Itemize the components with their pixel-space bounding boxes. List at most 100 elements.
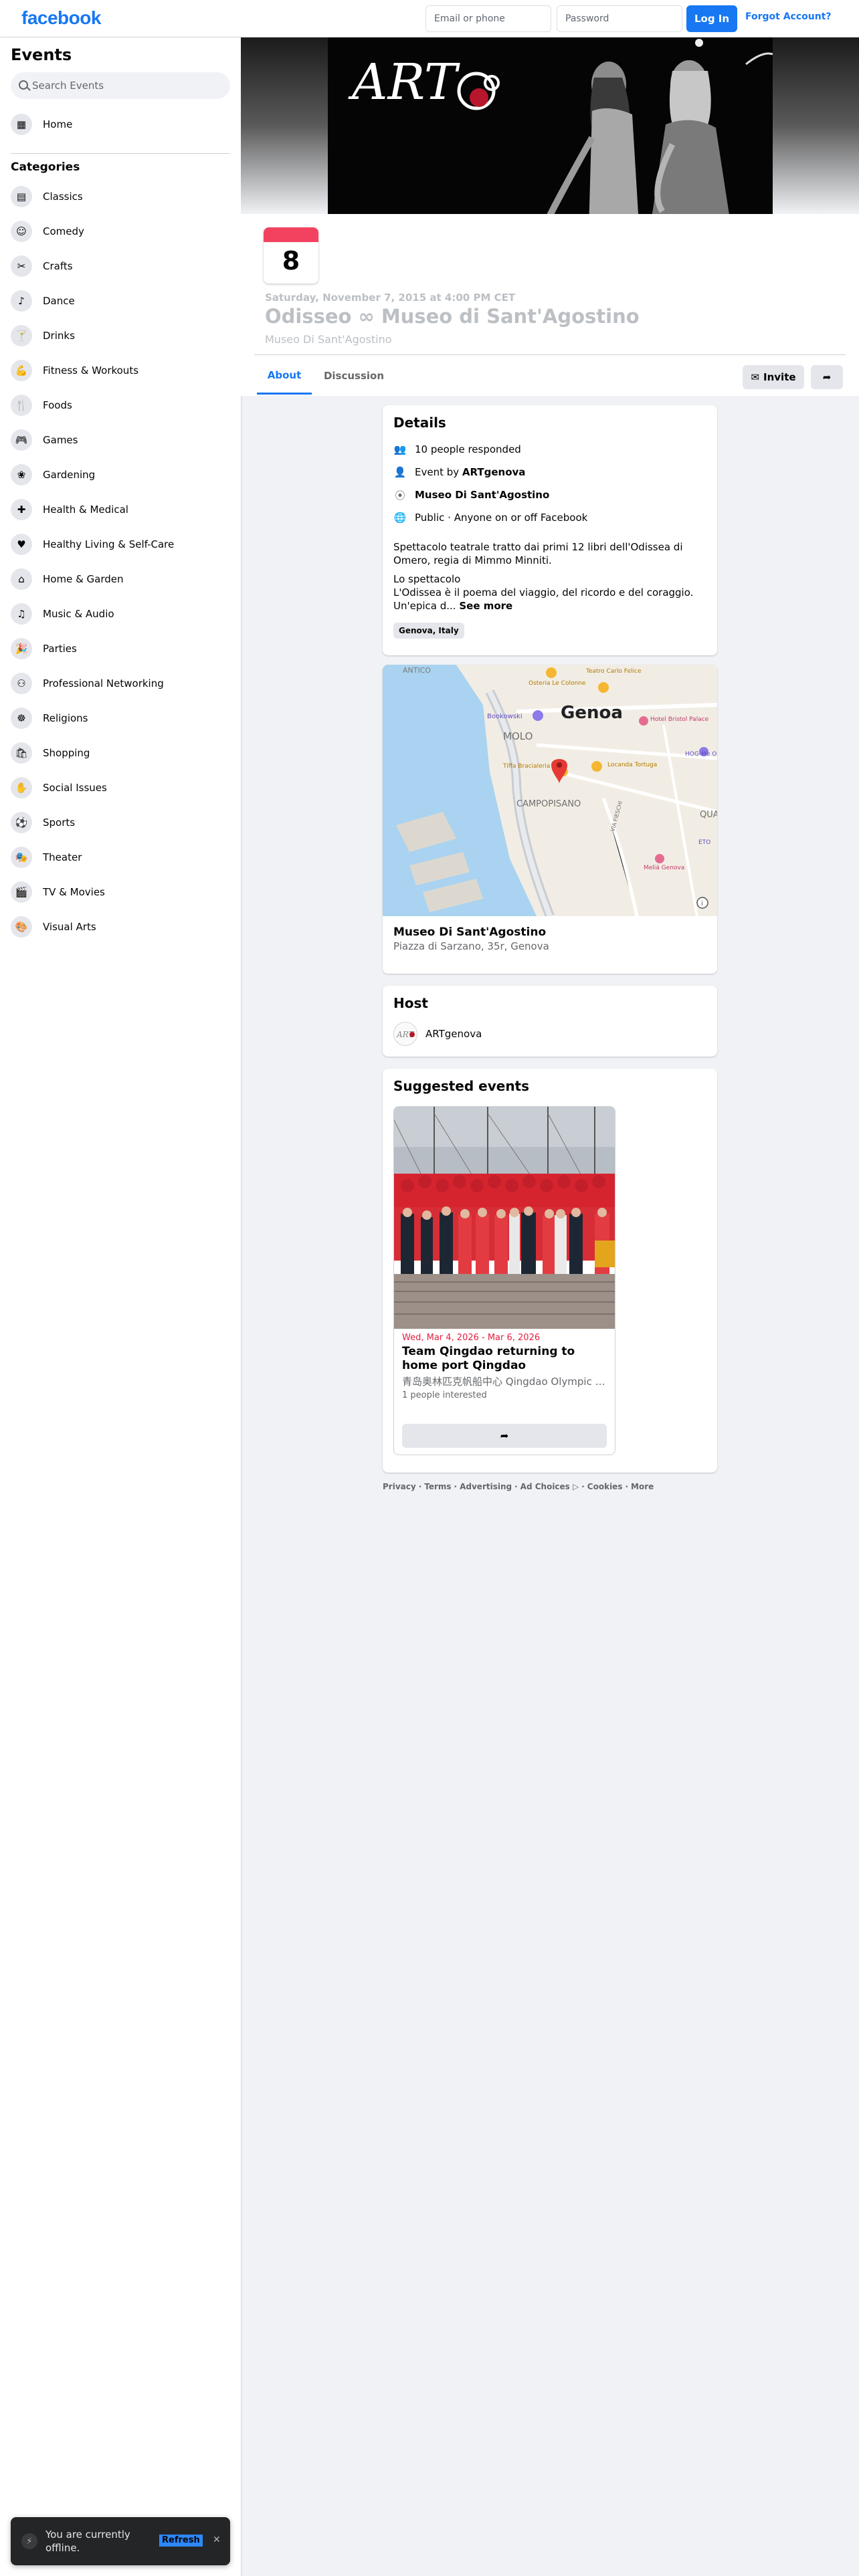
- sidebar-item-shopping[interactable]: 🛍 Shopping: [5, 738, 235, 768]
- footer-privacy[interactable]: Privacy: [383, 1482, 416, 1491]
- sidebar-item-games[interactable]: 🎮 Games: [5, 425, 235, 455]
- event-by-link[interactable]: ARTgenova: [462, 466, 526, 478]
- map-label-qua: QUA: [700, 810, 717, 820]
- see-more-link[interactable]: See more: [459, 600, 512, 612]
- host-avatar[interactable]: ART: [393, 1022, 417, 1046]
- footer-separator: ·: [454, 1482, 458, 1491]
- details-heading: Details: [393, 415, 446, 431]
- sidebar-item-religions[interactable]: ☸ Religions: [5, 704, 235, 733]
- date-card: 8: [264, 227, 318, 284]
- map[interactable]: ANTICO Osteria Le Colonne Teatro Carlo F…: [383, 665, 717, 916]
- suggested-event-title[interactable]: Team Qingdao returning to home port Qing…: [402, 1345, 603, 1373]
- event-day: 8: [282, 246, 300, 276]
- host-heading: Host: [393, 995, 428, 1011]
- location-tag[interactable]: Genova, Italy: [393, 623, 464, 639]
- sidebar-item-gardening[interactable]: ❀ Gardening: [5, 460, 235, 490]
- venue-address: Piazza di Sarzano, 35r, Genova: [393, 940, 549, 952]
- envelope-icon: ✉: [751, 371, 760, 383]
- sidebar-item-theater[interactable]: 🎭 Theater: [5, 843, 235, 872]
- sidebar-item-home-garden[interactable]: ⌂ Home & Garden: [5, 564, 235, 594]
- footer-advertising[interactable]: Advertising: [460, 1482, 512, 1491]
- map-label-hotel: Hotel Bristol Palace: [650, 716, 709, 723]
- forgot-account-link[interactable]: Forgot Account?: [745, 11, 832, 22]
- close-icon[interactable]: ✕: [213, 2535, 221, 2545]
- sidebar-item-comedy[interactable]: ☺ Comedy: [5, 217, 235, 246]
- sidebar-item-label: Classics: [43, 191, 83, 203]
- sidebar-item-home[interactable]: ▦ Home: [5, 110, 235, 139]
- sidebar-item-networking[interactable]: ⚇ Professional Networking: [5, 669, 235, 698]
- invite-button[interactable]: ✉ Invite: [743, 365, 804, 389]
- footer-ad-choices[interactable]: Ad Choices ▷: [520, 1482, 579, 1491]
- footer-more[interactable]: More: [631, 1482, 654, 1491]
- drinks-icon: 🍸: [11, 325, 32, 346]
- host-name[interactable]: ARTgenova: [425, 1028, 482, 1040]
- description-2: Lo spettacolo: [393, 573, 461, 585]
- sidebar-item-label: Religions: [43, 712, 88, 724]
- suggested-heading: Suggested events: [393, 1078, 530, 1094]
- location-link[interactable]: Museo Di Sant'Agostino: [415, 489, 549, 501]
- login-button[interactable]: Log In: [686, 5, 737, 32]
- sidebar-item-classics[interactable]: ▤ Classics: [5, 182, 235, 211]
- parties-icon: 🎉: [11, 638, 32, 659]
- globe-icon: 🌐: [393, 512, 407, 524]
- sidebar-item-drinks[interactable]: 🍸 Drinks: [5, 321, 235, 350]
- offline-icon: ⚡: [21, 2533, 37, 2549]
- map-label-locanda: Locanda Tortuga: [607, 762, 657, 768]
- sidebar-item-parties[interactable]: 🎉 Parties: [5, 634, 235, 663]
- facebook-logo[interactable]: facebook: [21, 7, 101, 29]
- footer-terms[interactable]: Terms: [424, 1482, 451, 1491]
- event-by-prefix: Event by: [415, 466, 462, 478]
- religions-icon: ☸: [11, 708, 32, 729]
- map-label-campopisano: CAMPOPISANO: [516, 799, 581, 809]
- cover-art-text: ART: [348, 53, 460, 111]
- sidebar-item-crafts[interactable]: ✂ Crafts: [5, 251, 235, 281]
- email-field[interactable]: [425, 5, 551, 32]
- header-divider: [254, 354, 846, 355]
- sidebar-item-sports[interactable]: ⚽ Sports: [5, 808, 235, 837]
- footer-cookies[interactable]: Cookies: [587, 1482, 623, 1491]
- sidebar-item-health[interactable]: ✚ Health & Medical: [5, 495, 235, 524]
- sidebar-item-fitness[interactable]: 💪 Fitness & Workouts: [5, 356, 235, 385]
- sports-icon: ⚽: [11, 812, 32, 833]
- event-place[interactable]: Museo Di Sant'Agostino: [265, 333, 392, 346]
- sidebar-item-label: Sports: [43, 817, 76, 829]
- password-field[interactable]: [557, 5, 682, 32]
- map-label-molo: MOLO: [503, 730, 533, 742]
- sidebar-item-dance[interactable]: ♪ Dance: [5, 286, 235, 316]
- share-button[interactable]: ➦: [811, 365, 843, 389]
- map-label-hog: HOG-Me Orie: [685, 751, 717, 758]
- suggested-event[interactable]: Wed, Mar 4, 2026 - Mar 6, 2026 Team Qing…: [393, 1106, 615, 1455]
- sidebar-item-label: Home: [43, 118, 73, 130]
- responded-text: 10 people responded: [415, 443, 521, 455]
- sidebar-item-label: Home & Garden: [43, 573, 124, 585]
- tv-movies-icon: 🎬: [11, 881, 32, 903]
- map-card: ANTICO Osteria Le Colonne Teatro Carlo F…: [383, 665, 717, 974]
- description-4: Un'epica d... See more: [393, 599, 708, 613]
- venue-name[interactable]: Museo Di Sant'Agostino: [393, 926, 546, 939]
- search-input[interactable]: [32, 72, 226, 99]
- theater-icon: 🎭: [11, 847, 32, 868]
- suggested-event-date: Wed, Mar 4, 2026 - Mar 6, 2026: [402, 1333, 541, 1343]
- sidebar-item-label: Music & Audio: [43, 608, 114, 620]
- sidebar-item-healthy-living[interactable]: ♥ Healthy Living & Self-Care: [5, 530, 235, 559]
- tab-about[interactable]: About: [257, 357, 312, 395]
- map-label-osteria: Osteria Le Colonne: [529, 680, 586, 687]
- description-truncated: Un'epica d...: [393, 600, 456, 612]
- games-icon: 🎮: [11, 429, 32, 451]
- sidebar-item-social-issues[interactable]: ✋ Social Issues: [5, 773, 235, 802]
- search-box[interactable]: [11, 72, 230, 99]
- sidebar-item-label: Shopping: [43, 747, 90, 759]
- foods-icon: 🍴: [11, 395, 32, 416]
- sidebar-item-tv-movies[interactable]: 🎬 TV & Movies: [5, 877, 235, 907]
- sidebar-item-label: Parties: [43, 643, 77, 655]
- sidebar-item-music[interactable]: ♫ Music & Audio: [5, 599, 235, 629]
- refresh-button[interactable]: Refresh: [159, 2535, 203, 2547]
- event-date: Saturday, November 7, 2015 at 4:00 PM CE…: [265, 292, 516, 304]
- map-label-eto: ETO: [698, 839, 710, 846]
- sidebar-item-foods[interactable]: 🍴 Foods: [5, 391, 235, 420]
- sidebar-item-visual-arts[interactable]: 🎨 Visual Arts: [5, 912, 235, 942]
- description-1: Spettacolo teatrale tratto dai primi 12 …: [393, 541, 683, 566]
- suggested-share-button[interactable]: ➦: [402, 1424, 607, 1448]
- tab-discussion[interactable]: Discussion: [317, 357, 391, 395]
- healthy-living-icon: ♥: [11, 534, 32, 555]
